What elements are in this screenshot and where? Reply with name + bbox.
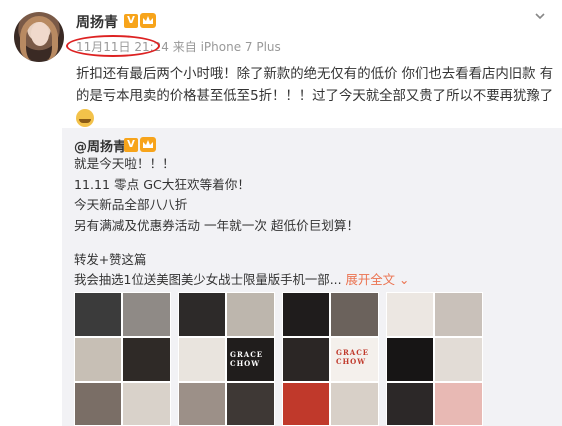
repost-author[interactable]: @周扬青	[74, 136, 126, 155]
repost-line: 就是今天啦！！！	[74, 156, 175, 171]
photo-thumbnail[interactable]	[74, 292, 171, 426]
post-source: 来自 iPhone 7 Plus	[172, 40, 281, 54]
verified-icon: V	[124, 138, 138, 152]
photo-thumbnail[interactable]	[386, 292, 483, 426]
repost-line: 另有满减及优惠券活动 一年就一次 超低价巨划算！	[74, 217, 360, 233]
weibo-post: 周扬青 V 11月11日 21:24 来自 iPhone 7 Plus 折扣还有…	[0, 0, 562, 426]
avatar[interactable]	[14, 12, 64, 62]
photo-thumbnail[interactable]: GRACE CHOW	[282, 292, 379, 426]
avatar-face	[31, 22, 49, 46]
post-text: 折扣还有最后两个小时哦！除了新款的绝无仅有的低价 你们也去看看店内旧款 有 的是…	[76, 64, 554, 130]
author-name[interactable]: 周扬青	[76, 12, 118, 32]
photo-caption: GRACE CHOW	[336, 348, 370, 366]
promo-line: 我会抽选1位送美图美少女战士限量版手机一部... 展开全文 ⌄	[74, 270, 409, 288]
repost-card: @周扬青 V 就是今天啦！！！ 11.11 零点 GC大狂欢等着你！ 今天新品全…	[62, 128, 562, 426]
verified-icon: V	[124, 14, 138, 28]
highlight-circle	[66, 35, 160, 57]
post-text-line: 的是亏本甩卖的价格甚至低至5折！！！过了今天就全部又贵了所以不要再犹豫了	[76, 89, 554, 104]
promo-text: 我会抽选1位送美图美少女战士限量版手机一部...	[74, 272, 342, 287]
vip-crown-icon	[140, 137, 156, 152]
photo-thumbnail[interactable]: GRACE CHOW	[178, 292, 275, 426]
photo-caption: GRACE CHOW	[230, 350, 264, 368]
chevron-down-icon[interactable]	[534, 10, 546, 22]
repost-line: 今天新品全部八八折	[74, 197, 188, 212]
vip-crown-icon	[140, 13, 156, 28]
forward-like-label: 转发+赞这篇	[74, 252, 147, 267]
repost-line: 11.11 零点 GC大狂欢等着你！	[74, 176, 250, 192]
doge-emoji-icon	[76, 109, 94, 127]
repost-text: 就是今天啦！！！ 11.11 零点 GC大狂欢等着你！ 今天新品全部八八折 另有…	[74, 154, 359, 236]
expand-link[interactable]: 展开全文 ⌄	[345, 272, 409, 287]
post-text-line: 折扣还有最后两个小时哦！除了新款的绝无仅有的低价 你们也去看看店内旧款 有	[76, 67, 554, 82]
